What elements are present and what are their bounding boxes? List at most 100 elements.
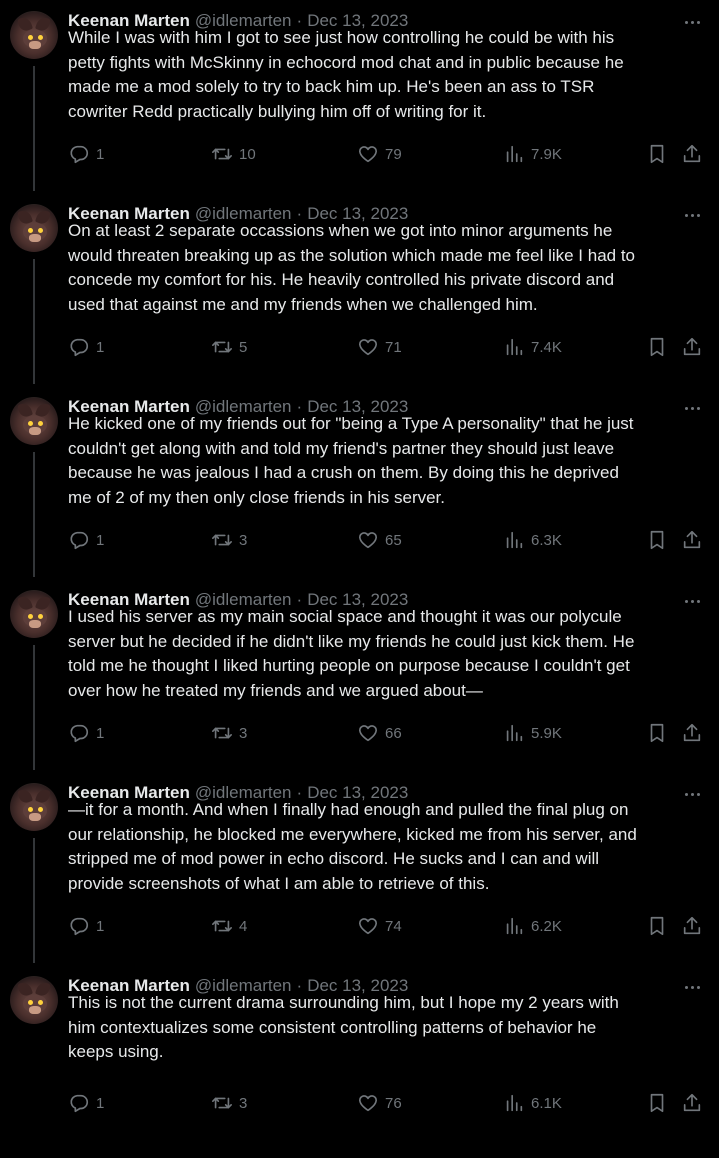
bookmark-button[interactable]	[646, 528, 668, 552]
retweet-icon	[212, 920, 232, 932]
views-button[interactable]: 7.4K	[503, 335, 562, 359]
tweet-text: This is not the current drama surroundin…	[68, 993, 619, 1061]
reply-count: 1	[96, 1094, 105, 1112]
share-button[interactable]	[681, 721, 703, 745]
retweet-count: 3	[239, 724, 248, 742]
heart-icon	[358, 725, 378, 742]
thread-connector	[33, 645, 35, 770]
retweet-button[interactable]: 5	[211, 335, 247, 359]
retweet-icon	[212, 727, 232, 739]
views-button[interactable]: 6.3K	[503, 528, 562, 552]
reply-button[interactable]: 1	[68, 528, 104, 552]
tweet-actions: 1 3 66 5.9K	[0, 721, 719, 745]
bookmark-button[interactable]	[646, 142, 668, 166]
avatar[interactable]	[10, 204, 58, 252]
reply-button[interactable]: 1	[68, 142, 104, 166]
avatar[interactable]	[10, 590, 58, 638]
tweet[interactable]: Keenan Marten @idlemarten · Dec 13, 2023 —i…	[0, 772, 719, 965]
retweet-count: 4	[239, 917, 248, 935]
tweet[interactable]: Keenan Marten @idlemarten · Dec 13, 2023 On…	[0, 193, 719, 386]
bookmark-icon	[650, 1093, 664, 1113]
tweet-text: On at least 2 separate occassions when w…	[68, 221, 636, 314]
heart-icon	[358, 918, 378, 935]
tweet[interactable]: Keenan Marten @idlemarten · Dec 13, 2023 Th…	[0, 965, 719, 1158]
view-count: 6.2K	[531, 917, 562, 935]
views-icon	[506, 917, 523, 935]
avatar[interactable]	[10, 976, 58, 1024]
thread-connector	[33, 66, 35, 191]
views-button[interactable]: 5.9K	[503, 721, 562, 745]
views-icon	[506, 724, 523, 742]
reply-icon	[70, 917, 89, 936]
views-icon	[506, 145, 523, 163]
thread-connector	[33, 452, 35, 577]
share-button[interactable]	[681, 528, 703, 552]
like-count: 76	[385, 1094, 402, 1112]
reply-icon	[70, 531, 89, 550]
tweet-actions: 1 3 76 6.1K	[0, 1091, 719, 1115]
avatar[interactable]	[10, 11, 58, 59]
tweet-text: He kicked one of my friends out for "bei…	[68, 414, 634, 507]
reply-icon	[70, 1094, 89, 1113]
share-icon	[683, 337, 701, 356]
avatar[interactable]	[10, 783, 58, 831]
retweet-count: 10	[239, 145, 256, 163]
retweet-icon	[212, 534, 232, 546]
like-button[interactable]: 65	[357, 528, 402, 552]
reply-button[interactable]: 1	[68, 1091, 104, 1115]
bookmark-button[interactable]	[646, 1091, 668, 1115]
views-button[interactable]: 6.2K	[503, 914, 562, 938]
bookmark-button[interactable]	[646, 335, 668, 359]
reply-icon	[70, 338, 89, 357]
view-count: 5.9K	[531, 724, 562, 742]
views-button[interactable]: 6.1K	[503, 1091, 562, 1115]
reply-count: 1	[96, 145, 105, 163]
like-button[interactable]: 79	[357, 142, 402, 166]
retweet-button[interactable]: 3	[211, 721, 247, 745]
tweet-text: I used his server as my main social spac…	[68, 607, 635, 700]
reply-count: 1	[96, 917, 105, 935]
tweet[interactable]: Keenan Marten @idlemarten · Dec 13, 2023 I …	[0, 579, 719, 772]
tweet-actions: 1 3 65 6.3K	[0, 528, 719, 552]
heart-icon	[358, 532, 378, 549]
bookmark-icon	[650, 144, 664, 164]
like-count: 79	[385, 145, 402, 163]
share-icon	[683, 144, 701, 163]
reply-count: 1	[96, 338, 105, 356]
reply-icon	[70, 145, 89, 164]
views-icon	[506, 1094, 523, 1112]
reply-button[interactable]: 1	[68, 914, 104, 938]
heart-icon	[358, 339, 378, 356]
tweet[interactable]: Keenan Marten @idlemarten · Dec 13, 2023 He…	[0, 386, 719, 579]
views-icon	[506, 531, 523, 549]
retweet-button[interactable]: 4	[211, 914, 247, 938]
like-button[interactable]: 66	[357, 721, 402, 745]
views-button[interactable]: 7.9K	[503, 142, 562, 166]
reply-button[interactable]: 1	[68, 335, 104, 359]
share-button[interactable]	[681, 142, 703, 166]
retweet-icon	[212, 148, 232, 160]
bookmark-icon	[650, 530, 664, 550]
bookmark-button[interactable]	[646, 914, 668, 938]
share-button[interactable]	[681, 914, 703, 938]
like-button[interactable]: 76	[357, 1091, 402, 1115]
share-button[interactable]	[681, 335, 703, 359]
reply-count: 1	[96, 724, 105, 742]
tweet-text: —it for a month. And when I finally had …	[68, 800, 637, 893]
retweet-button[interactable]: 3	[211, 528, 247, 552]
avatar[interactable]	[10, 397, 58, 445]
retweet-button[interactable]: 10	[211, 142, 256, 166]
retweet-button[interactable]: 3	[211, 1091, 247, 1115]
tweet-text: While I was with him I got to see just h…	[68, 28, 624, 121]
like-button[interactable]: 71	[357, 335, 402, 359]
view-count: 7.9K	[531, 145, 562, 163]
bookmark-button[interactable]	[646, 721, 668, 745]
reply-count: 1	[96, 531, 105, 549]
tweet[interactable]: Keenan Marten @idlemarten · Dec 13, 2023 Wh…	[0, 0, 719, 193]
like-count: 65	[385, 531, 402, 549]
retweet-count: 3	[239, 1094, 248, 1112]
like-button[interactable]: 74	[357, 914, 402, 938]
reply-button[interactable]: 1	[68, 721, 104, 745]
heart-icon	[358, 146, 378, 163]
share-button[interactable]	[681, 1091, 703, 1115]
